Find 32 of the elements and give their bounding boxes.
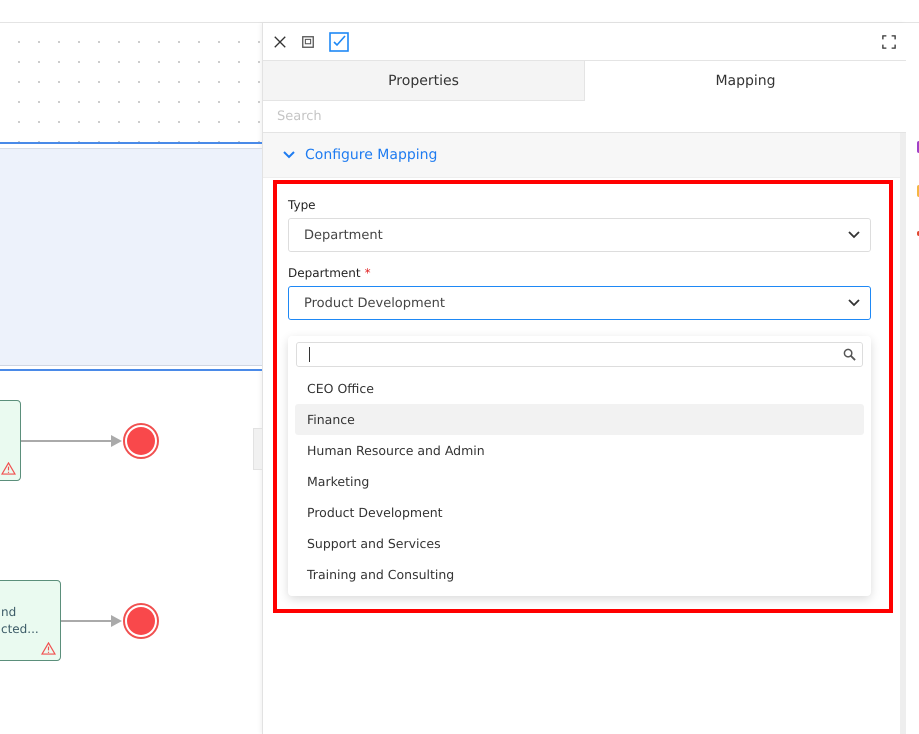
section-title: Configure Mapping [305, 147, 438, 163]
task-node[interactable]: nd cted... [0, 580, 61, 661]
dropdown-option[interactable]: CEO Office [295, 373, 864, 404]
chevron-icon [283, 151, 295, 159]
select-field[interactable]: Product Development [288, 286, 871, 320]
node-label: cted... [1, 620, 40, 638]
section-header[interactable]: Configure Mapping [263, 133, 900, 178]
fullscreen-icon[interactable] [882, 34, 896, 48]
tab[interactable]: Mapping [584, 61, 906, 101]
flow-arrow [61, 615, 122, 627]
node-label: nd [1, 604, 18, 620]
search-field[interactable]: Search [263, 101, 906, 133]
required-mark: * [364, 266, 371, 280]
dropdown-option[interactable]: Product Development [295, 497, 864, 528]
search-icon [843, 348, 856, 361]
tab[interactable]: Properties [263, 61, 584, 100]
dropdown-option[interactable]: Human Resource and Admin [295, 435, 864, 466]
end-event[interactable] [122, 422, 160, 460]
chevron-icon [848, 299, 860, 307]
select-field[interactable]: Department [288, 218, 871, 252]
dropdown-option[interactable]: Finance [295, 404, 864, 435]
chevron-icon [848, 231, 860, 239]
window-icon[interactable] [301, 34, 315, 48]
field-label: Type [288, 198, 317, 212]
close-icon[interactable] [273, 34, 287, 48]
field-label: Department * [288, 266, 372, 280]
resize-handle[interactable] [253, 428, 262, 470]
dropdown-option[interactable]: Marketing [295, 466, 864, 497]
checkbox-icon[interactable] [329, 32, 349, 52]
end-event[interactable] [122, 602, 160, 640]
dropdown-option[interactable]: Training and Consulting [295, 559, 864, 590]
dropdown-option[interactable]: Support and Services [295, 528, 864, 559]
